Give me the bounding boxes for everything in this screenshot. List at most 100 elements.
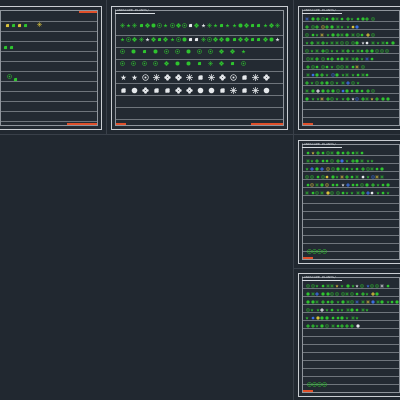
- table-row-divider: [1, 121, 97, 122]
- tree-symbol-icon: [330, 81, 334, 85]
- circle-symbol-icon: [325, 316, 329, 320]
- flower-symbol-icon: [306, 65, 310, 69]
- star-symbol-icon: [355, 151, 359, 155]
- shrub-symbol-icon: [325, 17, 329, 21]
- flower-symbol-icon: [346, 97, 350, 101]
- drawing-sheet-4[interactable]: LANDSCAPE PLANTS/: [298, 140, 400, 264]
- shrub-symbol-icon: [370, 159, 374, 163]
- circle-symbol-icon: [315, 167, 319, 171]
- drawing-sheet-2[interactable]: LANDSCAPE PLANTS/: [111, 6, 288, 130]
- table-row-divider: [303, 227, 399, 228]
- flower-symbol-icon: [365, 17, 369, 21]
- shrub-symbol-icon: [219, 87, 226, 94]
- shrub-symbol-icon: [351, 73, 355, 77]
- circle-symbol-icon: [341, 300, 345, 304]
- tree-symbol-icon: [375, 284, 379, 288]
- shrub-symbol-icon: [356, 17, 360, 21]
- star-symbol-icon: [208, 61, 213, 66]
- shrub-symbol-icon: [197, 74, 204, 81]
- table-row-divider: [303, 61, 399, 62]
- shrub-symbol-icon: [310, 308, 314, 312]
- cad-model-space[interactable]: LANDSCAPE PLANTS/ LANDSCAPE PLANTS/ LAND…: [0, 0, 400, 400]
- star-symbol-icon: [315, 49, 319, 53]
- title-underline: [302, 280, 342, 281]
- star-symbol-icon: [330, 284, 334, 288]
- flower-symbol-icon: [320, 73, 324, 77]
- shrub-symbol-icon: [355, 167, 359, 171]
- shrub-symbol-icon: [330, 49, 334, 53]
- star-symbol-icon: [341, 49, 345, 53]
- table-row-divider: [303, 85, 399, 86]
- circle-symbol-icon: [153, 49, 158, 54]
- shrub-symbol-icon: [336, 300, 340, 304]
- tree-symbol-icon: [330, 191, 334, 195]
- table-row-divider: [303, 296, 399, 297]
- star-symbol-icon: [138, 37, 144, 42]
- circle-symbol-icon: [311, 17, 315, 21]
- shrub-symbol-icon: [241, 74, 248, 81]
- flower-symbol-icon: [366, 89, 370, 93]
- tree-symbol-icon: [142, 74, 149, 81]
- shrub-symbol-icon: [345, 167, 349, 171]
- shrub-symbol-icon: [305, 167, 309, 171]
- table-row-divider: [116, 83, 283, 84]
- shrub-symbol-icon: [360, 151, 364, 155]
- shrub-symbol-icon: [201, 23, 206, 28]
- circle-symbol-icon: [336, 151, 340, 155]
- flower-symbol-icon: [219, 61, 224, 66]
- star-symbol-icon: [305, 191, 309, 195]
- shrub-symbol-icon: [188, 23, 193, 28]
- tree-symbol-icon: [325, 49, 329, 53]
- shrub-symbol-icon: [340, 17, 344, 21]
- shrub-symbol-icon: [219, 23, 224, 28]
- circle-symbol-icon: [197, 87, 204, 94]
- star-symbol-icon: [330, 41, 334, 45]
- table-row-divider: [116, 47, 283, 48]
- shrub-symbol-icon: [250, 23, 255, 28]
- tree-symbol-icon: [336, 89, 340, 93]
- flower-symbol-icon: [213, 37, 218, 42]
- shrub-symbol-icon: [120, 37, 125, 42]
- star-symbol-icon: [320, 97, 324, 101]
- shrub-symbol-icon: [164, 87, 171, 94]
- drawing-sheet-5[interactable]: LANDSCAPE PLANTS/: [298, 273, 400, 397]
- circle-symbol-icon: [306, 300, 310, 304]
- shrub-symbol-icon: [345, 316, 349, 320]
- flower-symbol-icon: [361, 191, 365, 195]
- flower-symbol-icon: [320, 167, 324, 171]
- star-symbol-icon: [366, 300, 370, 304]
- flower-symbol-icon: [325, 25, 329, 29]
- tree-symbol-icon: [207, 37, 212, 42]
- shrub-symbol-icon: [326, 33, 330, 37]
- flower-symbol-icon: [355, 57, 359, 61]
- shrub-symbol-icon: [17, 23, 22, 28]
- tree-symbol-icon: [322, 249, 327, 254]
- star-symbol-icon: [371, 41, 375, 45]
- star-symbol-icon: [252, 87, 259, 94]
- circle-symbol-icon: [320, 324, 324, 328]
- shrub-symbol-icon: [139, 23, 144, 28]
- shrub-symbol-icon: [370, 57, 374, 61]
- shrub-symbol-icon: [232, 23, 237, 28]
- tree-symbol-icon: [197, 49, 202, 54]
- flower-symbol-icon: [346, 151, 350, 155]
- table-row-divider: [116, 95, 283, 96]
- star-symbol-icon: [355, 65, 359, 69]
- circle-symbol-icon: [321, 89, 325, 93]
- drawing-sheet-1[interactable]: [0, 6, 102, 130]
- star-symbol-icon: [37, 22, 42, 27]
- shrub-symbol-icon: [315, 284, 319, 288]
- table-row-divider: [1, 111, 97, 112]
- flower-symbol-icon: [164, 61, 169, 66]
- circle-symbol-icon: [340, 316, 344, 320]
- shrub-symbol-icon: [120, 74, 127, 81]
- shrub-symbol-icon: [325, 73, 329, 77]
- circle-symbol-icon: [386, 97, 390, 101]
- flower-symbol-icon: [375, 97, 379, 101]
- star-symbol-icon: [356, 191, 360, 195]
- drawing-sheet-3[interactable]: LANDSCAPE PLANTS/: [298, 6, 400, 130]
- shrub-symbol-icon: [241, 49, 246, 54]
- tree-symbol-icon: [340, 65, 344, 69]
- table-row-divider: [116, 119, 283, 120]
- shrub-symbol-icon: [330, 65, 334, 69]
